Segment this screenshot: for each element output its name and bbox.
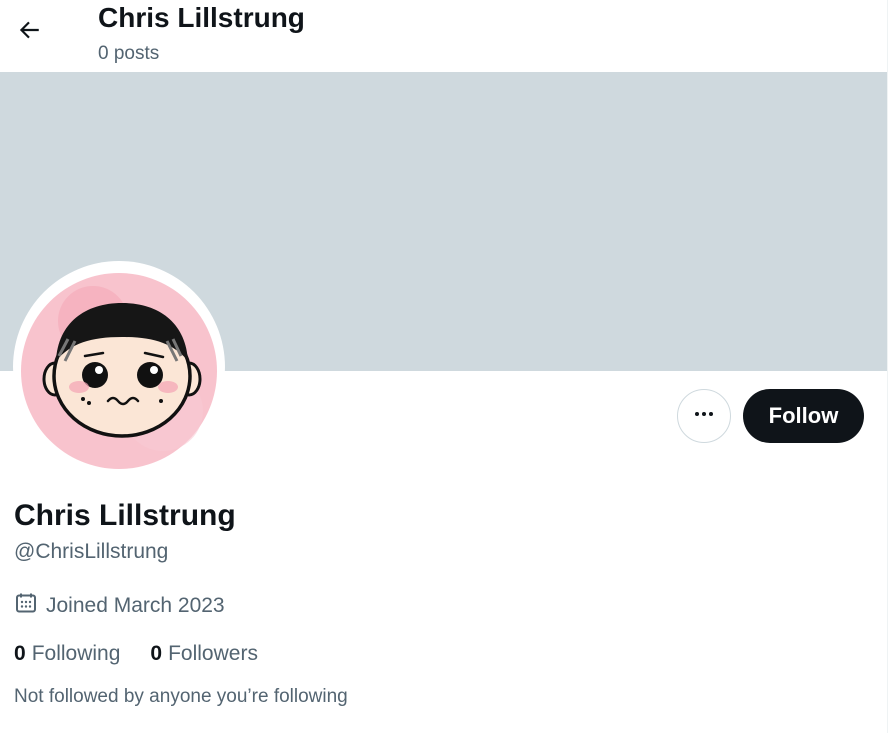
- following-link[interactable]: 0 Following: [14, 642, 120, 666]
- avatar-illustration: [15, 263, 223, 471]
- follow-button[interactable]: Follow: [743, 389, 864, 443]
- calendar-icon: [14, 591, 38, 621]
- joined-text: Joined March 2023: [46, 594, 225, 617]
- following-label: Following: [31, 642, 121, 665]
- header-posts-count: 0 posts: [98, 43, 160, 64]
- joined-date: Joined March 2023: [14, 592, 225, 620]
- following-count: 0: [14, 642, 26, 665]
- back-button[interactable]: [10, 13, 48, 51]
- profile-display-name: Chris Lillstrung: [14, 499, 236, 532]
- avatar[interactable]: [13, 261, 225, 473]
- followers-link[interactable]: 0 Followers: [150, 642, 258, 666]
- top-bar: Chris Lillstrung 0 posts: [0, 0, 887, 72]
- header-title: Chris Lillstrung: [98, 2, 305, 33]
- follow-stats: 0 Following 0 Followers: [14, 640, 258, 668]
- more-horizontal-icon: [692, 402, 716, 431]
- not-followed-note: Not followed by anyone you’re following: [14, 686, 348, 707]
- arrow-left-icon: [16, 17, 42, 48]
- followers-label: Followers: [168, 642, 258, 665]
- followers-count: 0: [150, 642, 163, 665]
- profile-handle: @ChrisLillstrung: [14, 540, 169, 563]
- more-options-button[interactable]: [677, 389, 731, 443]
- column-divider: [887, 0, 888, 733]
